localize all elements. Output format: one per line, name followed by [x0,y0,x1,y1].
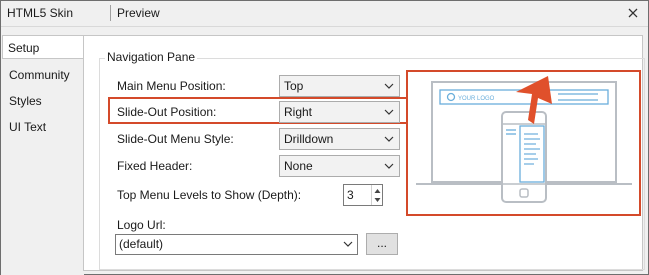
side-tab-pane: Setup Community Styles UI Text [1,27,84,275]
window-frame: HTML5 Skin Editor Preview Setup Communit… [0,0,649,275]
arrow-down-icon[interactable] [374,197,381,203]
browse-button[interactable]: ... [366,233,398,255]
close-icon[interactable] [626,6,640,20]
tab-styles[interactable]: Styles [4,89,80,113]
tab-html5-skin-editor[interactable]: HTML5 Skin Editor [1,1,109,44]
fixed-header-select[interactable]: None [279,155,400,177]
tab-community[interactable]: Community [4,63,80,87]
slide-out-menu-style-select[interactable]: Drilldown [279,128,400,150]
logo-url-combo[interactable]: (default) [115,234,358,255]
fixed-header-label: Fixed Header: [117,159,193,173]
main-menu-position-select[interactable]: Top [279,75,400,97]
slide-out-position-select[interactable]: Right [279,101,400,123]
top-menu-levels-stepper[interactable]: 3 [343,184,383,206]
main-menu-position-label: Main Menu Position: [117,79,226,93]
slide-out-position-label: Slide-Out Position: [117,105,217,119]
chevron-down-icon [384,136,394,142]
chevron-down-icon [384,163,394,169]
group-title: Navigation Pane [105,50,198,64]
tab-setup[interactable]: Setup [2,35,84,59]
slide-out-position-value: Right [284,105,313,119]
slide-out-menu-style-value: Drilldown [284,132,334,146]
logo-placeholder-text: YOUR LOGO [458,96,495,102]
chevron-down-icon [384,83,394,89]
logo-url-label: Logo Url: [117,218,166,232]
main-menu-position-value: Top [284,79,304,93]
top-tab-strip: HTML5 Skin Editor Preview [1,1,648,44]
logo-url-value: (default) [119,237,164,251]
slide-out-menu-style-label: Slide-Out Menu Style: [117,132,234,146]
fixed-header-value: None [284,159,313,173]
arrow-up-icon[interactable] [374,188,381,194]
tab-ui-text[interactable]: UI Text [4,115,80,139]
top-menu-levels-label: Top Menu Levels to Show (Depth): [117,188,302,202]
device-illustration: YOUR LOGO [416,76,632,203]
chevron-down-icon [343,241,353,247]
tab-preview[interactable]: Preview [111,1,171,27]
chevron-down-icon [384,109,394,115]
top-menu-levels-value: 3 [347,188,354,202]
slide-out-preview-illustration: YOUR LOGO [406,70,641,216]
stepper-buttons [371,185,382,205]
